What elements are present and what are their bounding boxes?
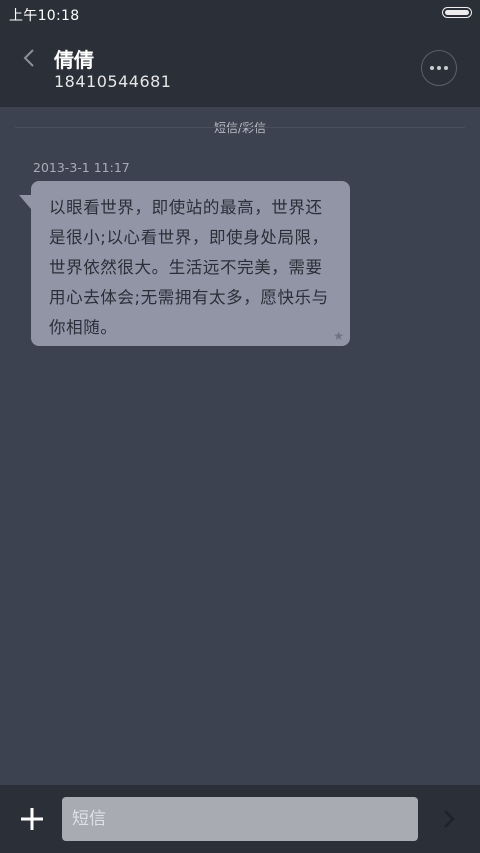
bubble-tail [19, 195, 31, 209]
contact-number: 18410544681 [54, 72, 172, 91]
more-options-button[interactable] [421, 50, 457, 86]
battery-fill [445, 10, 469, 15]
chevron-left-icon [23, 49, 34, 67]
send-chevron-icon [444, 810, 455, 828]
message-bubble[interactable]: 以眼看世界，即使站的最高，世界还是很小;以心看世界，即使身处局限，世界依然很大。… [19, 181, 350, 346]
star-icon[interactable]: ★ [333, 329, 344, 343]
message-timestamp: 2013-3-1 11:17 [33, 160, 130, 175]
message-input[interactable] [62, 797, 418, 841]
status-bar: 上午10:18 [0, 0, 480, 27]
plus-icon [21, 808, 43, 830]
message-text: 以眼看世界，即使站的最高，世界还是很小;以心看世界，即使身处局限，世界依然很大。… [49, 198, 329, 337]
more-horizontal-icon [430, 66, 434, 70]
status-time: 上午10:18 [9, 8, 80, 24]
divider [15, 127, 465, 128]
more-horizontal-icon [437, 66, 441, 70]
composer-bar [0, 785, 480, 853]
send-button[interactable] [434, 803, 464, 835]
battery-full-icon [442, 7, 472, 18]
more-horizontal-icon [444, 66, 448, 70]
contact-name: 倩倩 [54, 48, 94, 72]
add-attachment-button[interactable] [16, 803, 48, 835]
back-button[interactable] [14, 43, 44, 73]
conversation-header: 倩倩 18410544681 [0, 27, 480, 107]
